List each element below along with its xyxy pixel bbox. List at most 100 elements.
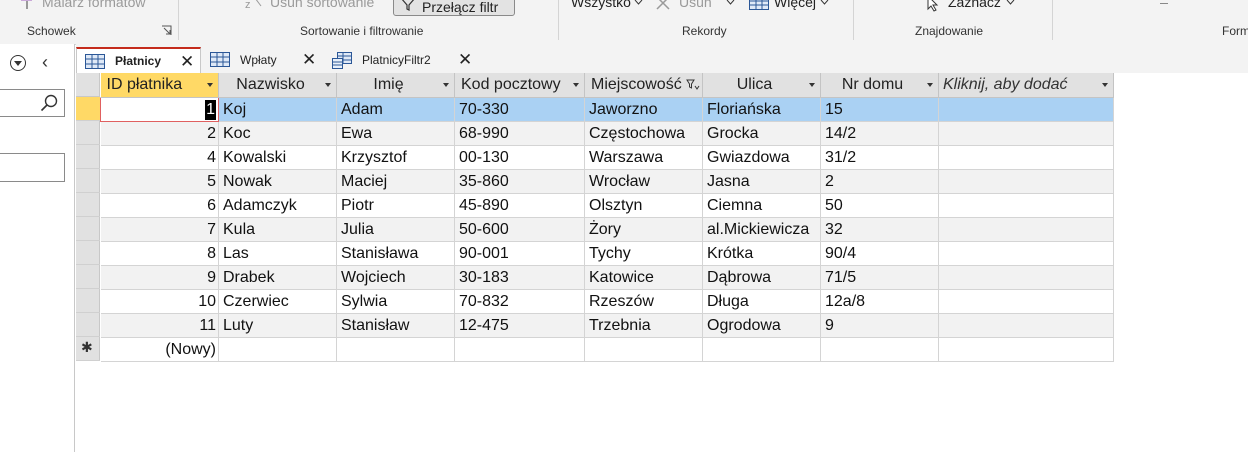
cell-nazwisko[interactable]: Drabek [218, 265, 337, 290]
chevron-down-icon[interactable] [1006, 0, 1015, 5]
dropdown-arrow-icon[interactable] [927, 83, 933, 87]
table-row[interactable]: 8 Las Stanisława 90-001 Tychy Krótka 90/… [100, 241, 1114, 266]
cell-empty[interactable] [938, 337, 1114, 362]
cell-id[interactable]: 8 [100, 241, 219, 266]
cell-ulica[interactable]: Ciemna [702, 193, 821, 218]
cell-miejscowosc[interactable]: Olsztyn [584, 193, 703, 218]
cell-ulica[interactable]: Ogrodowa [702, 313, 821, 338]
record-selector[interactable] [76, 289, 100, 313]
record-selector[interactable] [76, 265, 100, 289]
remove-sort-button[interactable]: Usuń sortowanie [270, 0, 374, 10]
cell-ulica[interactable]: Floriańska [702, 97, 821, 122]
cell-new-record[interactable]: (Nowy) [100, 337, 219, 362]
table-row[interactable]: 9 Drabek Wojciech 30-183 Katowice Dąbrow… [100, 265, 1114, 290]
chevron-down-icon[interactable] [634, 0, 643, 5]
cell-empty[interactable] [938, 313, 1114, 338]
delete-record-button[interactable]: Usuń [679, 0, 712, 10]
column-header-nr-domu[interactable]: Nr domu [820, 73, 939, 98]
cell-empty[interactable] [454, 337, 585, 362]
cell-nr-domu[interactable]: 9 [820, 313, 939, 338]
cell-empty[interactable] [820, 337, 939, 362]
cell-nr-domu[interactable]: 90/4 [820, 241, 939, 266]
cell-imie[interactable]: Krzysztof [336, 145, 455, 170]
cell-empty[interactable] [938, 169, 1114, 194]
cell-id[interactable]: 6 [100, 193, 219, 218]
cell-ulica[interactable]: Dąbrowa [702, 265, 821, 290]
nav-object-group[interactable] [0, 153, 65, 182]
cell-nr-domu[interactable]: 15 [820, 97, 939, 122]
cell-empty[interactable] [938, 145, 1114, 170]
cell-miejscowosc[interactable]: Trzebnia [584, 313, 703, 338]
table-row[interactable]: 2 Koc Ewa 68-990 Częstochowa Grocka 14/2 [100, 121, 1114, 146]
cell-id[interactable]: 9 [100, 265, 219, 290]
cell-imie[interactable]: Adam [336, 97, 455, 122]
cell-nr-domu[interactable]: 12a/8 [820, 289, 939, 314]
cell-ulica[interactable]: Grocka [702, 121, 821, 146]
cell-kod[interactable]: 00-130 [454, 145, 585, 170]
cell-nazwisko[interactable]: Adamczyk [218, 193, 337, 218]
more-button[interactable]: Więcej [774, 0, 816, 10]
cell-empty[interactable] [938, 97, 1114, 122]
cell-imie[interactable]: Ewa [336, 121, 455, 146]
cell-miejscowosc[interactable]: Rzeszów [584, 289, 703, 314]
chevron-down-icon[interactable] [820, 0, 829, 5]
cell-imie[interactable]: Sylwia [336, 289, 455, 314]
cell-id[interactable]: 7 [100, 217, 219, 242]
cell-kod[interactable]: 45-890 [454, 193, 585, 218]
table-row[interactable]: 10 Czerwiec Sylwia 70-832 Rzeszów Długa … [100, 289, 1114, 314]
nav-menu-icon[interactable] [10, 55, 26, 71]
cell-kod[interactable]: 30-183 [454, 265, 585, 290]
cell-kod[interactable]: 35-860 [454, 169, 585, 194]
cell-empty[interactable] [938, 121, 1114, 146]
column-header-kod[interactable]: Kod pocztowy [454, 73, 585, 98]
cell-nazwisko[interactable]: Koc [218, 121, 337, 146]
cell-nazwisko[interactable]: Koj [218, 97, 337, 122]
tab-platnicyfiltr2[interactable]: PlatnicyFiltr2 ✕ [324, 47, 479, 74]
record-selector[interactable] [76, 217, 100, 241]
cell-kod[interactable]: 50-600 [454, 217, 585, 242]
dropdown-arrow-icon[interactable] [443, 83, 449, 87]
cell-ulica[interactable]: Długa [702, 289, 821, 314]
cell-empty[interactable] [938, 289, 1114, 314]
dialog-launcher-icon[interactable] [161, 25, 172, 36]
cell-nazwisko[interactable]: Las [218, 241, 337, 266]
cell-nr-domu[interactable]: 50 [820, 193, 939, 218]
cell-imie[interactable]: Stanisław [336, 313, 455, 338]
cell-nr-domu[interactable]: 2 [820, 169, 939, 194]
column-header-ulica[interactable]: Ulica [702, 73, 821, 98]
column-header-add-field[interactable]: Kliknij, aby dodać [938, 73, 1114, 98]
cell-nazwisko[interactable]: Kowalski [218, 145, 337, 170]
cell-nazwisko[interactable]: Luty [218, 313, 337, 338]
cell-ulica[interactable]: Gwiazdowa [702, 145, 821, 170]
format-painter-button[interactable]: Malarz formatów [42, 0, 145, 10]
cell-imie[interactable]: Julia [336, 217, 455, 242]
cell-miejscowosc[interactable]: Częstochowa [584, 121, 703, 146]
dropdown-arrow-icon[interactable] [573, 83, 579, 87]
new-record-row[interactable]: (Nowy) [100, 337, 1114, 362]
cell-empty[interactable] [938, 265, 1114, 290]
cell-empty[interactable] [938, 217, 1114, 242]
select-all-corner[interactable] [76, 73, 100, 97]
table-row[interactable]: 1 Koj Adam 70-330 Jaworzno Floriańska 15 [100, 97, 1114, 122]
cell-miejscowosc[interactable]: Tychy [584, 241, 703, 266]
cell-empty[interactable] [584, 337, 703, 362]
dropdown-arrow-icon[interactable] [207, 83, 213, 87]
close-icon[interactable]: ✕ [302, 50, 316, 70]
close-icon[interactable]: ✕ [458, 50, 472, 70]
cell-empty[interactable] [702, 337, 821, 362]
cell-miejscowosc[interactable]: Jaworzno [584, 97, 703, 122]
column-header-miejscowosc[interactable]: Miejscowość [584, 73, 703, 98]
dropdown-arrow-icon[interactable] [809, 83, 815, 87]
tab-wplaty[interactable]: Wpłaty ✕ [202, 47, 324, 74]
cell-empty[interactable] [938, 241, 1114, 266]
cell-empty[interactable] [938, 193, 1114, 218]
table-row[interactable]: 11 Luty Stanisław 12-475 Trzebnia Ogrodo… [100, 313, 1114, 338]
cell-id[interactable]: 1 [100, 97, 219, 122]
cell-empty[interactable] [218, 337, 337, 362]
cell-empty[interactable] [336, 337, 455, 362]
cell-nr-domu[interactable]: 71/5 [820, 265, 939, 290]
column-header-nazwisko[interactable]: Nazwisko [218, 73, 337, 98]
table-row[interactable]: 4 Kowalski Krzysztof 00-130 Warszawa Gwi… [100, 145, 1114, 170]
cell-imie[interactable]: Wojciech [336, 265, 455, 290]
record-selector[interactable] [76, 145, 100, 169]
